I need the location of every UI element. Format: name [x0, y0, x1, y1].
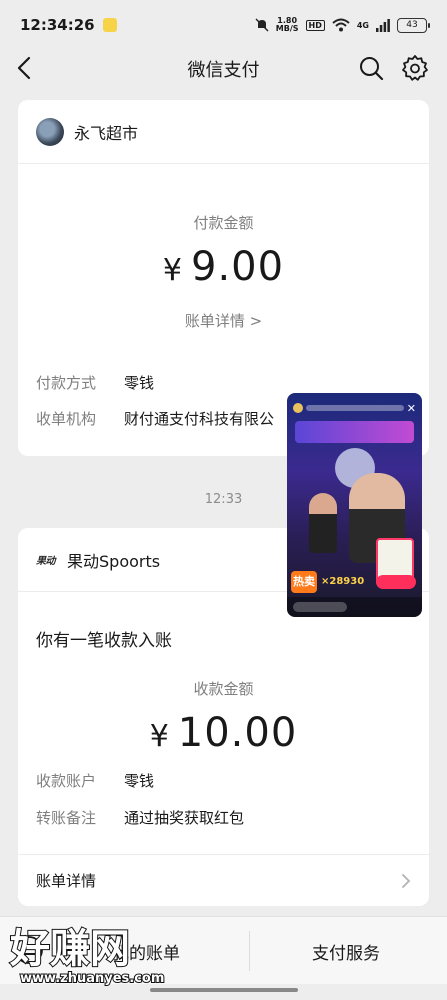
watermark-logo: 好赚网 www.zhuanyes.com [8, 922, 208, 988]
buy-now-button[interactable] [376, 575, 416, 589]
close-icon[interactable]: ✕ [407, 402, 416, 415]
receipt-notice: 你有一笔收款入账 [36, 631, 172, 651]
streamer-info [306, 405, 404, 411]
tab-divider [249, 931, 250, 971]
row-value: 财付通支付科技有限公 [124, 410, 275, 428]
row-value: 零钱 [124, 772, 155, 790]
row-key: 付款方式 [36, 374, 97, 392]
video-banner [295, 421, 414, 443]
nav-bar: 微信支付 [0, 50, 447, 86]
notification-app-icon [102, 18, 117, 32]
gear-icon[interactable] [401, 54, 429, 82]
receipt-amount-value: 10.00 [177, 710, 298, 756]
receipt-amount-label: 收款金额 [193, 680, 254, 698]
network-speed: 1.80 MB/S [275, 16, 299, 33]
status-indicators: 1.80 MB/S HD 4G 43 [255, 16, 430, 33]
payment-amount-label: 付款金额 [193, 214, 254, 232]
home-indicator[interactable] [150, 988, 298, 992]
bill-detail-label: 账单详情 [36, 872, 97, 890]
status-bar: 12:34:26 1.80 MB/S HD 4G 43 [0, 0, 447, 50]
currency-symbol: ¥ [162, 253, 184, 288]
merchant-name: 永飞超市 [74, 123, 139, 143]
comment-input[interactable] [293, 602, 347, 612]
bill-detail-row[interactable]: 账单详情 [18, 854, 429, 906]
payment-row-acquirer: 收单机构 财付通支付科技有限公 [36, 408, 274, 429]
signal-label: 4G [356, 20, 369, 30]
hot-sale-badge: 热卖 [291, 571, 317, 593]
viewer-count: ×28930 [321, 576, 365, 587]
video-top-bar: ✕ [293, 401, 416, 415]
row-key: 转账备注 [36, 809, 97, 827]
bill-detail-link[interactable]: 账单详情 > [18, 310, 429, 331]
cell-signal-icon [376, 18, 390, 32]
row-key: 收款账户 [36, 772, 97, 790]
search-icon[interactable] [357, 54, 385, 82]
payment-row-method: 付款方式 零钱 [36, 372, 154, 393]
merchant-name: 果动Spoorts [67, 551, 161, 571]
brand-logo: 果动 [36, 556, 56, 567]
wifi-icon [332, 18, 350, 32]
video-person-secondary [309, 493, 337, 553]
battery-icon: 43 [397, 17, 430, 33]
hd-badge: HD [305, 19, 325, 31]
payment-amount-value: 9.00 [191, 244, 285, 290]
merchant-avatar [36, 117, 64, 146]
row-value: 通过抽奖获取红包 [124, 809, 245, 827]
tab-payment-service[interactable]: 支付服务 [312, 939, 380, 964]
svg-text:www.zhuanyes.com: www.zhuanyes.com [20, 971, 164, 986]
chevron-right-icon [402, 873, 411, 888]
status-time: 12:34:26 [20, 16, 95, 34]
receipt-row-remark: 转账备注 通过抽奖获取红包 [36, 807, 244, 828]
floating-video-window[interactable]: ✕ 热卖 ×28930 [287, 393, 422, 617]
payment-amount: ¥9.00 [18, 244, 429, 290]
streamer-avatar [293, 403, 303, 413]
receipt-amount: ¥10.00 [18, 710, 429, 756]
row-value: 零钱 [124, 374, 155, 392]
mute-icon [255, 18, 269, 32]
receipt-row-account: 收款账户 零钱 [36, 770, 154, 791]
svg-text:好赚网: 好赚网 [9, 926, 130, 972]
row-key: 收单机构 [36, 410, 97, 428]
payment-card-header: 永飞超市 [18, 100, 429, 164]
currency-symbol: ¥ [149, 719, 170, 754]
